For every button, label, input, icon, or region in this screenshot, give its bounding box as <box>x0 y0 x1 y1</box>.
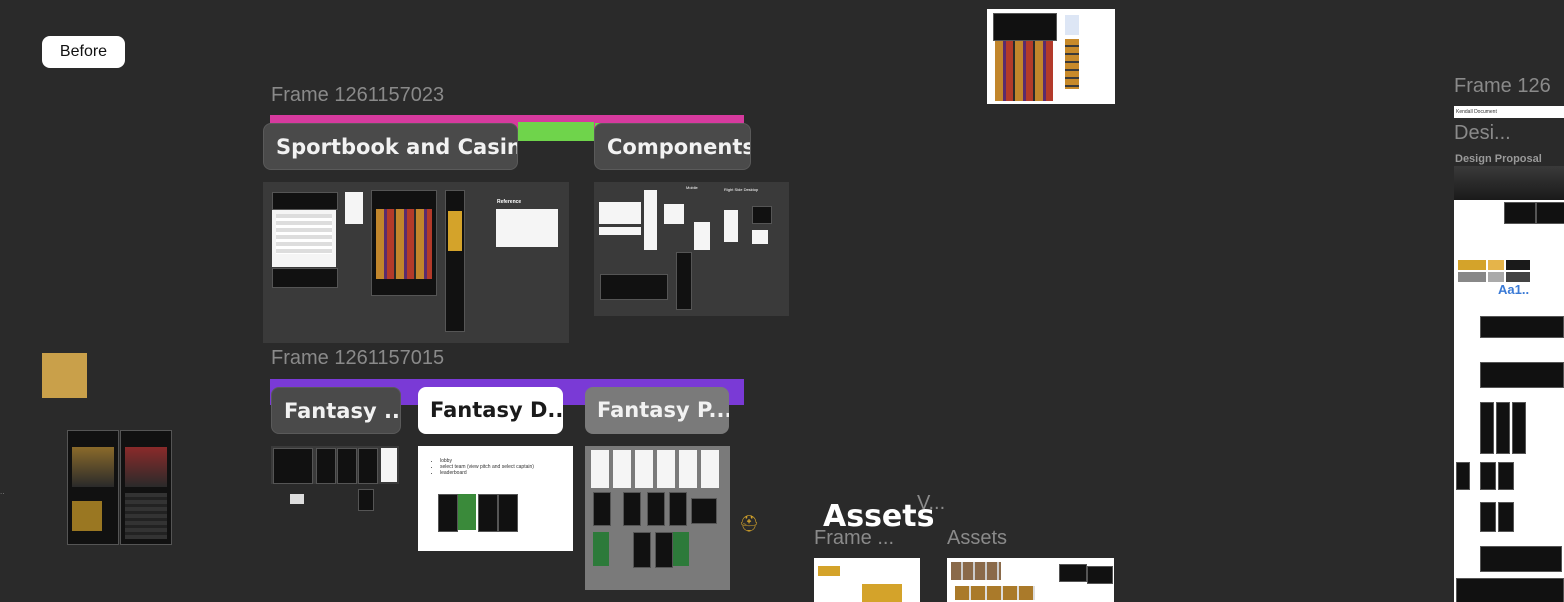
dots-icon: .. <box>0 487 5 496</box>
fantasy-bullets: lobby select team (view pitch and select… <box>432 458 534 476</box>
frame-label[interactable]: Frame 1261157015 <box>271 347 444 370</box>
section-fantasy-2[interactable]: Fantasy D... <box>418 387 563 434</box>
sportbook-thumbnail[interactable]: Reference <box>263 182 569 343</box>
section-components[interactable]: Components <box>594 123 751 170</box>
mobile-label: Mobile <box>686 185 698 190</box>
puzzle-icon <box>42 353 87 398</box>
before-button[interactable]: Before <box>42 36 125 68</box>
printer-icon <box>290 494 304 504</box>
mobile-screen-1[interactable] <box>67 430 119 545</box>
spartan-helmet-icon: ⛑ <box>739 516 760 533</box>
frame-header-bar-right <box>518 122 594 141</box>
fantasy-2-thumbnail[interactable]: lobby select team (view pitch and select… <box>418 446 573 551</box>
right-panel-title: Desi... <box>1454 122 1511 144</box>
right-panel-subtitle: Design Proposal <box>1455 153 1542 165</box>
frame-label[interactable]: Frame 126 <box>1454 75 1551 98</box>
right-side-desktop-label: Right Side Desktop <box>724 187 759 192</box>
reference-label: Reference <box>497 199 522 205</box>
components-thumbnail[interactable]: Mobile Right Side Desktop <box>594 182 789 316</box>
fantasy-3-thumbnail[interactable] <box>585 446 730 590</box>
frame-label[interactable]: Frame ... <box>814 527 894 550</box>
fantasy-1-thumbnail[interactable] <box>271 446 399 484</box>
right-search-bar[interactable]: Kendall Document <box>1454 106 1564 118</box>
section-fantasy-1[interactable]: Fantasy ... <box>271 387 401 434</box>
assets-suffix: V... <box>917 492 946 514</box>
frame-label[interactable]: Frame 1261157023 <box>271 84 444 107</box>
phone-mini <box>358 489 374 511</box>
typography-sample: Aa1.. <box>1498 282 1530 297</box>
top-thumbnail[interactable] <box>987 9 1115 104</box>
mobile-screen-2[interactable] <box>120 430 172 545</box>
assets-photos-thumbnail[interactable] <box>947 558 1114 602</box>
frame-label[interactable]: Assets <box>947 527 1007 550</box>
assets-logo-thumbnail[interactable] <box>814 558 920 602</box>
section-sportbook-casino[interactable]: Sportbook and Casino <box>263 123 518 170</box>
section-fantasy-3[interactable]: Fantasy P... <box>585 387 729 434</box>
right-panel-document[interactable]: Aa1.. <box>1454 166 1564 602</box>
